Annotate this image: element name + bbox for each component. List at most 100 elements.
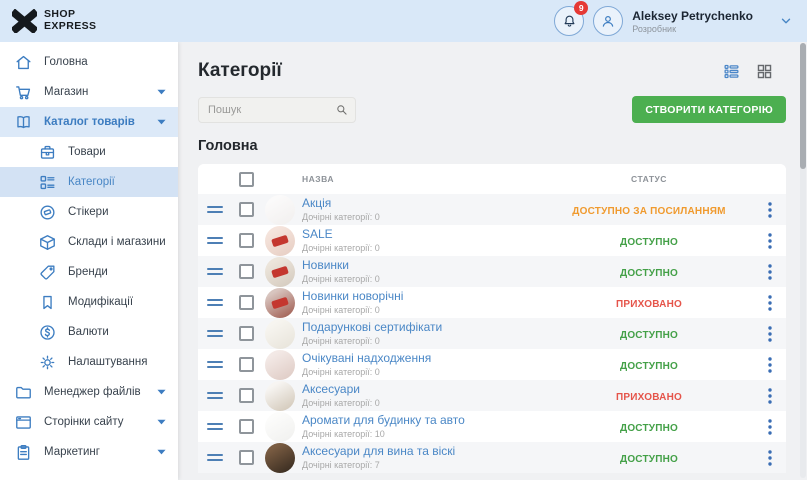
- sidebar-item-brands[interactable]: Бренди: [0, 257, 178, 287]
- select-all-checkbox[interactable]: [239, 172, 254, 187]
- sidebar-item-label: Валюти: [68, 326, 166, 338]
- sidebar-item-currencies[interactable]: Валюти: [0, 317, 178, 347]
- sidebar-item-modifications[interactable]: Модифікації: [0, 287, 178, 317]
- row-menu-button[interactable]: [768, 202, 772, 218]
- sidebar-item-label: Налаштування: [68, 356, 166, 368]
- category-thumbnail: [265, 412, 295, 442]
- category-name-link[interactable]: Аксесуари для вина та віскі: [302, 445, 544, 459]
- category-thumbnail: [265, 350, 295, 380]
- table-row: Новинки новорічніДочірні категорії: 0ПРИ…: [198, 287, 786, 318]
- main-content: Категорії: [178, 42, 807, 480]
- user-name: Aleksey Petrychenko: [632, 9, 753, 23]
- catalog-icon: [14, 113, 33, 132]
- grid-view-toggle[interactable]: [756, 63, 773, 80]
- row-menu-button[interactable]: [768, 264, 772, 280]
- row-checkbox[interactable]: [239, 264, 254, 279]
- drag-handle[interactable]: [207, 205, 223, 214]
- chevron-down-icon: [157, 119, 166, 125]
- drag-handle[interactable]: [207, 360, 223, 369]
- folder-icon: [14, 383, 33, 402]
- create-category-button[interactable]: СТВОРИТИ КАТЕГОРІЮ: [632, 96, 786, 123]
- sidebar-item-label: Каталог товарів: [44, 116, 151, 128]
- sidebar-item-shop[interactable]: Магазин: [0, 77, 178, 107]
- table-row: Аромати для будинку та автоДочірні катег…: [198, 411, 786, 442]
- row-checkbox[interactable]: [239, 295, 254, 310]
- row-menu-button[interactable]: [768, 233, 772, 249]
- category-thumbnail: [265, 381, 295, 411]
- row-checkbox[interactable]: [239, 326, 254, 341]
- cart-icon: [14, 83, 33, 102]
- row-menu-button[interactable]: [768, 326, 772, 342]
- row-checkbox[interactable]: [239, 450, 254, 465]
- currency-icon: [38, 323, 57, 342]
- category-children-count: Дочірні категорії: 7: [302, 460, 544, 470]
- category-thumbnail: [265, 319, 295, 349]
- row-menu-button[interactable]: [768, 388, 772, 404]
- drag-handle[interactable]: [207, 298, 223, 307]
- row-menu-button[interactable]: [768, 419, 772, 435]
- sidebar-item-settings[interactable]: Налаштування: [0, 347, 178, 377]
- sidebar-item-categories[interactable]: Категорії: [0, 167, 178, 197]
- list-view-toggle[interactable]: [723, 63, 740, 80]
- page-scrollbar[interactable]: [800, 43, 806, 478]
- drag-handle[interactable]: [207, 329, 223, 338]
- row-checkbox[interactable]: [239, 233, 254, 248]
- status-badge: ДОСТУПНО: [620, 237, 678, 248]
- sidebar-item-label: Магазин: [44, 86, 151, 98]
- category-name-link[interactable]: Подарункові сертифікати: [302, 321, 544, 335]
- user-menu[interactable]: Aleksey Petrychenko Розробник: [623, 9, 793, 34]
- sidebar-item-catalog[interactable]: Каталог товарів: [0, 107, 178, 137]
- row-checkbox[interactable]: [239, 419, 254, 434]
- search-icon: [335, 103, 349, 117]
- row-menu-button[interactable]: [768, 295, 772, 311]
- drag-handle[interactable]: [207, 422, 223, 431]
- status-badge: ДОСТУПНО: [620, 268, 678, 279]
- chevron-down-icon: [157, 449, 166, 455]
- brand-logo: SHOP EXPRESS: [12, 9, 96, 33]
- sidebar-item-warehouses[interactable]: Склади і магазини: [0, 227, 178, 257]
- status-badge: ПРИХОВАНО: [616, 392, 682, 403]
- category-name-link[interactable]: Аромати для будинку та авто: [302, 414, 544, 428]
- sidebar-item-marketing[interactable]: Маркетинг: [0, 437, 178, 467]
- category-children-count: Дочірні категорії: 10: [302, 429, 544, 439]
- category-name-link[interactable]: SALE: [302, 228, 544, 242]
- category-thumbnail: [265, 195, 295, 225]
- warehouse-icon: [38, 233, 57, 252]
- red-label-tag: [271, 234, 289, 247]
- category-name-link[interactable]: Акція: [302, 197, 544, 211]
- category-name-link[interactable]: Новинки: [302, 259, 544, 273]
- table-row: АксесуариДочірні категорії: 0ПРИХОВАНО: [198, 380, 786, 411]
- drag-handle[interactable]: [207, 267, 223, 276]
- row-checkbox[interactable]: [239, 388, 254, 403]
- gear-icon: [38, 353, 57, 372]
- sidebar-item-stickers[interactable]: Стікери: [0, 197, 178, 227]
- row-checkbox[interactable]: [239, 357, 254, 372]
- category-name-link[interactable]: Аксесуари: [302, 383, 544, 397]
- row-checkbox[interactable]: [239, 202, 254, 217]
- notifications-button[interactable]: 9: [554, 6, 584, 36]
- drag-handle[interactable]: [207, 391, 223, 400]
- drag-handle[interactable]: [207, 236, 223, 245]
- category-name-link[interactable]: Очікувані надходження: [302, 352, 544, 366]
- user-avatar[interactable]: [593, 6, 623, 36]
- category-children-count: Дочірні категорії: 0: [302, 305, 544, 315]
- drag-handle[interactable]: [207, 453, 223, 462]
- sidebar-item-label: Товари: [68, 146, 166, 158]
- row-menu-button[interactable]: [768, 357, 772, 373]
- category-thumbnail: [265, 257, 295, 287]
- app-window: SHOP EXPRESS 9: [0, 0, 807, 480]
- top-header: SHOP EXPRESS 9: [0, 0, 807, 42]
- sidebar-item-home[interactable]: Головна: [0, 47, 178, 77]
- search-input[interactable]: [198, 97, 356, 123]
- sidebar-item-products[interactable]: Товари: [0, 137, 178, 167]
- category-children-count: Дочірні категорії: 0: [302, 367, 544, 377]
- shop-express-logo-icon: [12, 9, 37, 33]
- row-menu-button[interactable]: [768, 450, 772, 466]
- category-children-count: Дочірні категорії: 0: [302, 274, 544, 284]
- status-badge: ДОСТУПНО: [620, 361, 678, 372]
- scrollbar-thumb[interactable]: [800, 43, 806, 169]
- sidebar-item-site-pages[interactable]: Сторінки сайту: [0, 407, 178, 437]
- sidebar-item-label: Категорії: [68, 176, 166, 188]
- category-name-link[interactable]: Новинки новорічні: [302, 290, 544, 304]
- sidebar-item-file-manager[interactable]: Менеджер файлів: [0, 377, 178, 407]
